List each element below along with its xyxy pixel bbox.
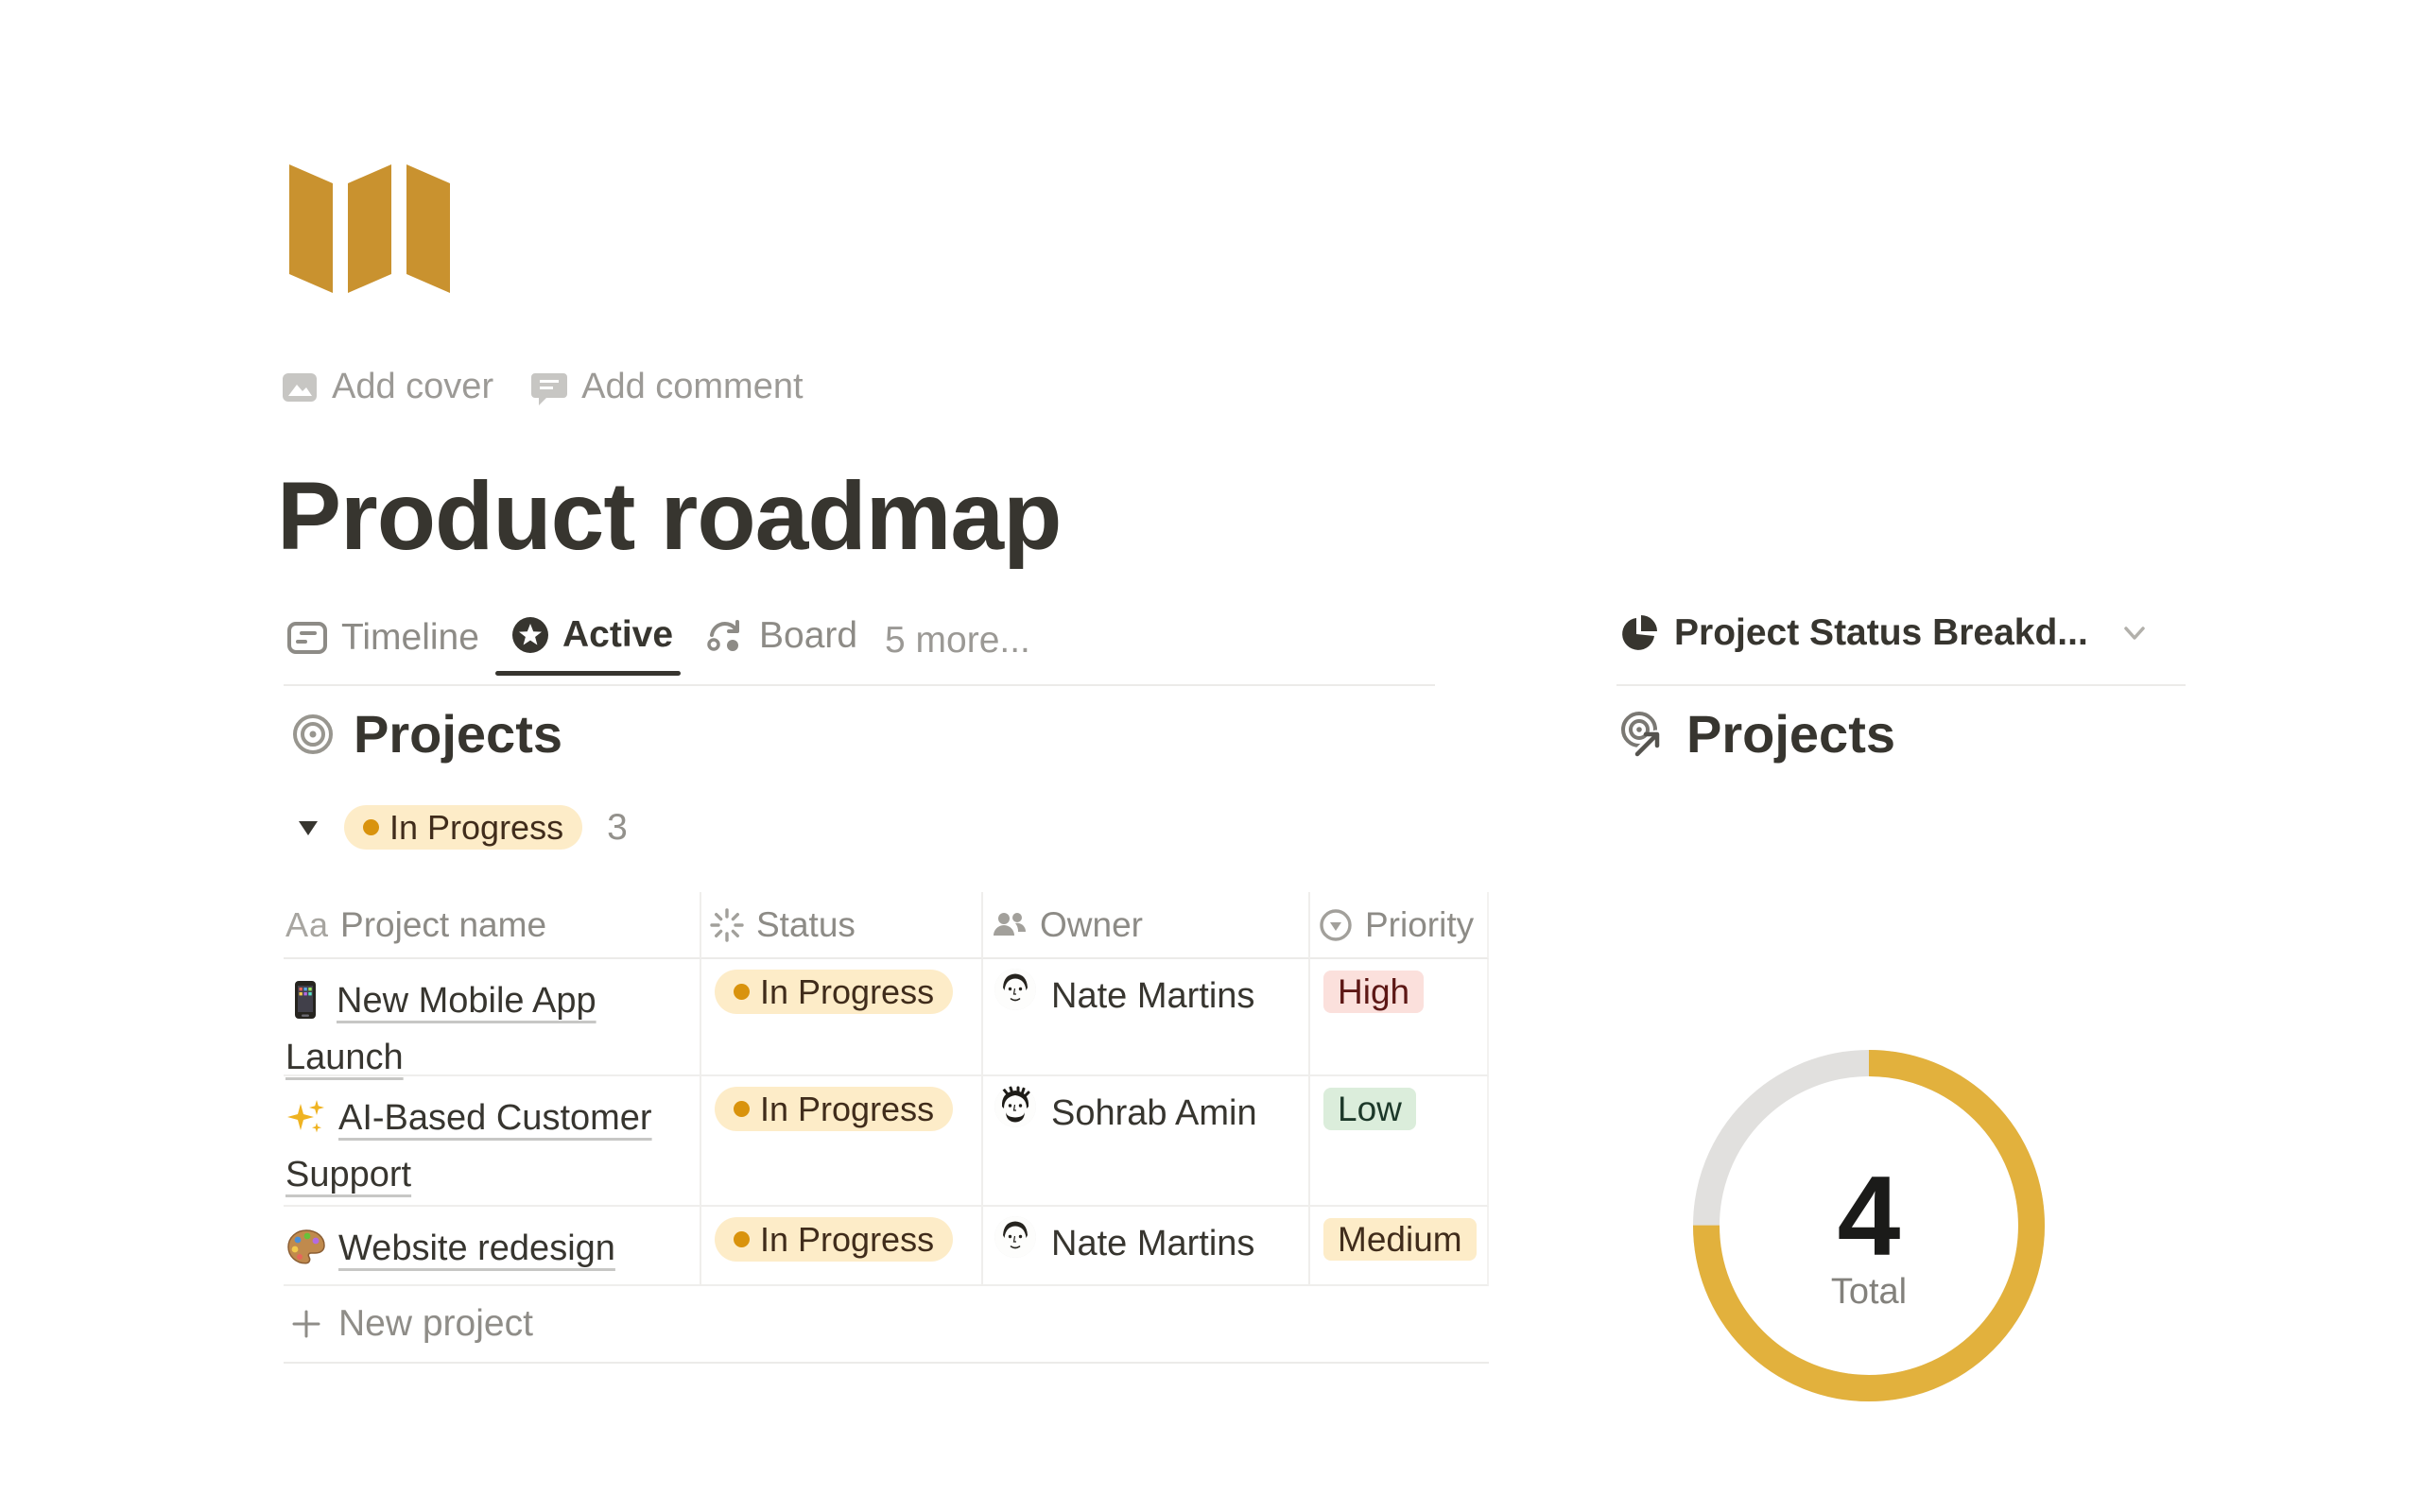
status-tag[interactable]: In Progress [715, 970, 953, 1014]
tabs-more-button[interactable]: 5 more... [885, 620, 1030, 662]
tab-timeline[interactable]: Timeline [285, 616, 479, 660]
image-icon [280, 368, 320, 407]
page-actions: Add cover Add comment [280, 367, 804, 407]
column-header-project-name[interactable]: Aa Project name [284, 892, 701, 959]
right-panel-divider [1616, 684, 2186, 686]
new-project-label: New project [338, 1303, 533, 1345]
group-header: In Progress 3 [297, 805, 628, 850]
status-tag[interactable]: In Progress [715, 1087, 953, 1131]
owner-name: Sohrab Amin [1051, 1086, 1257, 1134]
active-tab-underline [495, 671, 681, 676]
status-label: In Progress [760, 1220, 934, 1260]
status-cell: In Progress [701, 959, 983, 1076]
project-name-cell[interactable]: New Mobile App Launch [284, 959, 701, 1076]
tab-active[interactable]: Active [510, 614, 673, 656]
tab-label: Board [759, 615, 857, 657]
column-label: Owner [1040, 905, 1143, 945]
star-circle-icon [510, 615, 550, 655]
tab-board[interactable]: Board [703, 614, 857, 658]
owner-cell[interactable]: Nate Martins [983, 1207, 1310, 1286]
linked-projects-heading-label: Projects [1686, 703, 1895, 765]
status-dot-icon [734, 1101, 750, 1117]
project-link[interactable]: New Mobile App Launch [285, 981, 596, 1077]
group-status-tag[interactable]: In Progress [344, 805, 582, 850]
linked-projects-heading[interactable]: Projects [1616, 703, 1895, 765]
project-link[interactable]: Website redesign [338, 1228, 615, 1268]
timeline-icon [285, 616, 329, 660]
status-label: In Progress [760, 1090, 934, 1129]
donut-total-label: Total [1692, 1272, 2046, 1313]
status-cell: In Progress [701, 1076, 983, 1207]
page-title[interactable]: Product roadmap [277, 461, 1061, 572]
project-name-cell[interactable]: Website redesign [284, 1207, 701, 1286]
avatar [994, 1216, 1036, 1258]
target-arrow-icon [1616, 709, 1668, 760]
status-tag[interactable]: In Progress [715, 1217, 953, 1262]
donut-total-value: 4 [1692, 1151, 2046, 1281]
tab-label: Timeline [341, 617, 479, 659]
owner-cell[interactable]: Sohrab Amin [983, 1076, 1310, 1207]
comment-icon [529, 368, 569, 407]
group-count: 3 [607, 807, 628, 849]
column-label: Project name [340, 905, 546, 945]
add-cover-button[interactable]: Add cover [280, 367, 493, 407]
spinner-icon [709, 907, 745, 943]
pie-chart-icon [1618, 613, 1658, 653]
add-cover-label: Add cover [332, 367, 493, 407]
priority-icon [1318, 907, 1354, 943]
project-link[interactable]: AI-Based Customer Support [285, 1098, 652, 1194]
new-project-button[interactable]: New project [284, 1286, 1489, 1364]
chart-view-selector[interactable]: Project Status Breakd... [1618, 612, 2152, 654]
projects-heading[interactable]: Projects [291, 703, 562, 765]
owner-name: Nate Martins [1051, 969, 1254, 1017]
status-dot-icon [363, 819, 379, 835]
target-icon [291, 713, 335, 756]
priority-tag[interactable]: Medium [1323, 1218, 1477, 1261]
projects-table: Aa Project name Status Owner [284, 892, 1489, 1364]
map-icon [289, 159, 450, 293]
projects-heading-label: Projects [354, 703, 562, 765]
priority-cell: High [1310, 959, 1489, 1076]
column-header-priority[interactable]: Priority [1310, 892, 1489, 959]
column-label: Priority [1365, 905, 1474, 945]
column-header-owner[interactable]: Owner [983, 892, 1310, 959]
add-comment-label: Add comment [581, 367, 803, 407]
group-status-label: In Progress [389, 808, 563, 848]
project-name-cell[interactable]: AI-Based Customer Support [284, 1076, 701, 1207]
status-breakdown-donut-chart[interactable]: 4 Total [1692, 1049, 2046, 1402]
tab-label: Active [562, 614, 673, 656]
palette-icon [285, 1227, 327, 1268]
column-label: Status [756, 905, 856, 945]
cycle-icon [703, 614, 747, 658]
page-map-icon[interactable] [289, 159, 450, 293]
priority-cell: Medium [1310, 1207, 1489, 1286]
status-dot-icon [734, 984, 750, 1000]
chevron-down-icon [2118, 616, 2152, 650]
tabs-divider [284, 684, 1435, 686]
status-cell: In Progress [701, 1207, 983, 1286]
add-comment-button[interactable]: Add comment [529, 367, 803, 407]
aa-icon: Aa [285, 905, 329, 945]
avatar [994, 1086, 1036, 1127]
priority-tag[interactable]: Low [1323, 1088, 1416, 1130]
group-toggle-triangle[interactable] [297, 817, 320, 838]
owner-name: Nate Martins [1051, 1216, 1254, 1264]
sparkles-icon [285, 1096, 327, 1138]
view-title: Project Status Breakd... [1674, 612, 2088, 654]
priority-tag[interactable]: High [1323, 971, 1424, 1013]
column-header-status[interactable]: Status [701, 892, 983, 959]
mobile-phone-icon [285, 979, 325, 1021]
status-label: In Progress [760, 972, 934, 1012]
status-dot-icon [734, 1231, 750, 1247]
people-icon [991, 906, 1028, 944]
avatar [994, 969, 1036, 1010]
owner-cell[interactable]: Nate Martins [983, 959, 1310, 1076]
priority-cell: Low [1310, 1076, 1489, 1207]
plus-icon [289, 1307, 323, 1341]
